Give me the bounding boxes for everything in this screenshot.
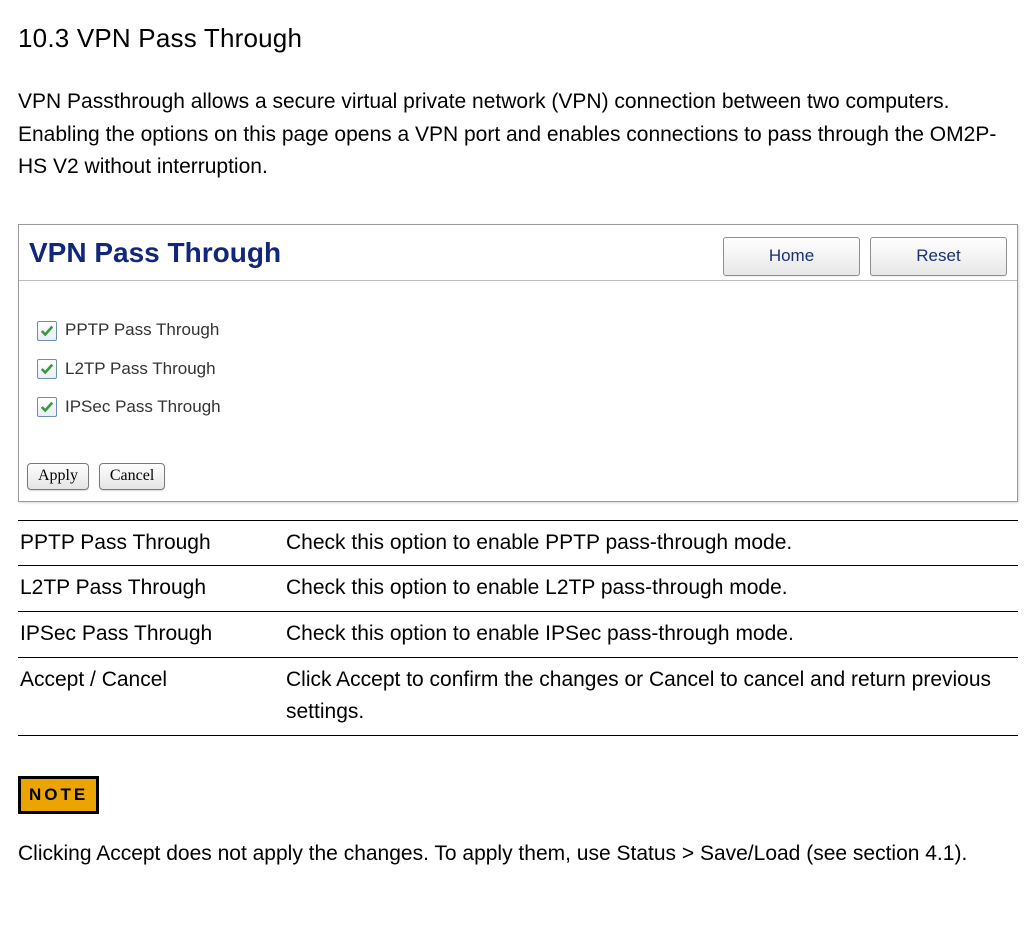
- table-row: IPSec Pass Through Check this option to …: [18, 612, 1018, 658]
- home-button[interactable]: Home: [723, 237, 860, 276]
- description-table: PPTP Pass Through Check this option to e…: [18, 520, 1018, 736]
- note-badge: NOTE: [18, 776, 99, 814]
- term-cell: Accept / Cancel: [18, 657, 284, 735]
- option-label: L2TP Pass Through: [65, 356, 216, 382]
- option-row-ipsec: IPSec Pass Through: [37, 394, 1007, 420]
- desc-cell: Check this option to enable IPSec pass-t…: [284, 612, 1018, 658]
- term-cell: IPSec Pass Through: [18, 612, 284, 658]
- term-cell: PPTP Pass Through: [18, 520, 284, 566]
- reset-button[interactable]: Reset: [870, 237, 1007, 276]
- table-row: Accept / Cancel Click Accept to confirm …: [18, 657, 1018, 735]
- option-row-l2tp: L2TP Pass Through: [37, 356, 1007, 382]
- option-label: IPSec Pass Through: [65, 394, 221, 420]
- cancel-button[interactable]: Cancel: [99, 463, 165, 490]
- table-row: PPTP Pass Through Check this option to e…: [18, 520, 1018, 566]
- desc-cell: Check this option to enable PPTP pass-th…: [284, 520, 1018, 566]
- panel-body: PPTP Pass Through L2TP Pass Through IPSe…: [19, 281, 1017, 450]
- note-badge-label: NOTE: [21, 779, 96, 811]
- intro-paragraph: VPN Passthrough allows a secure virtual …: [18, 86, 1018, 184]
- vpn-panel: VPN Pass Through Home Reset PPTP Pass Th…: [18, 224, 1018, 502]
- note-text: Clicking Accept does not apply the chang…: [18, 838, 1018, 871]
- table-row: L2TP Pass Through Check this option to e…: [18, 566, 1018, 612]
- checkbox-l2tp[interactable]: [37, 359, 57, 379]
- option-row-pptp: PPTP Pass Through: [37, 317, 1007, 343]
- panel-title: VPN Pass Through: [29, 231, 713, 276]
- panel-header: VPN Pass Through Home Reset: [19, 225, 1017, 281]
- panel-footer: Apply Cancel: [19, 450, 1017, 501]
- check-icon: [40, 324, 54, 338]
- apply-button[interactable]: Apply: [27, 463, 89, 490]
- section-heading: 10.3 VPN Pass Through: [18, 18, 1018, 58]
- option-label: PPTP Pass Through: [65, 317, 219, 343]
- desc-cell: Click Accept to confirm the changes or C…: [284, 657, 1018, 735]
- checkbox-ipsec[interactable]: [37, 397, 57, 417]
- desc-cell: Check this option to enable L2TP pass-th…: [284, 566, 1018, 612]
- check-icon: [40, 400, 54, 414]
- term-cell: L2TP Pass Through: [18, 566, 284, 612]
- check-icon: [40, 362, 54, 376]
- checkbox-pptp[interactable]: [37, 321, 57, 341]
